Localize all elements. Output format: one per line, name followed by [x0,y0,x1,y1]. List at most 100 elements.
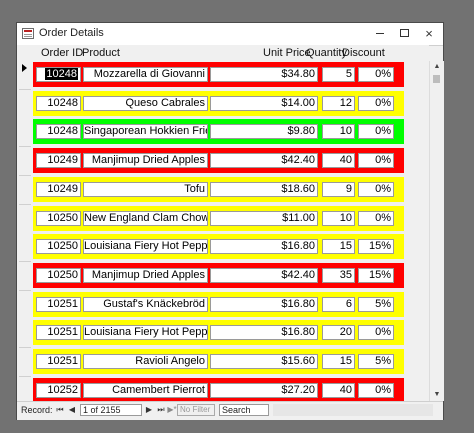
quantity-field[interactable]: 15 [322,354,355,369]
quantity-field[interactable]: 9 [322,181,355,197]
product-field[interactable]: Tofu [83,181,208,197]
quantity-field[interactable]: 40 [322,153,355,169]
record-row[interactable]: 10250 Manjimup Dried Apples $42.40 35 15% [17,261,429,291]
order-id-field[interactable]: 10252 [36,382,81,398]
record-selector[interactable] [19,175,31,205]
order-id-field[interactable]: 10251 [36,354,81,369]
record-selector[interactable] [19,290,31,320]
record-row[interactable]: 10251 Ravioli Angelo $15.60 15 5% [17,348,429,377]
close-button[interactable]: × [421,26,437,41]
scroll-up-icon[interactable]: ▲ [430,61,444,73]
order-id-field[interactable]: 10250 [36,239,81,255]
order-id-field[interactable]: 10249 [36,153,81,169]
record-row[interactable]: 10248 Mozzarella di Giovanni $34.80 5 0% [17,61,429,90]
order-id-field[interactable]: 10249 [36,181,81,197]
search-input[interactable]: Search [219,404,269,416]
quantity-field[interactable]: 20 [322,325,355,341]
record-selector[interactable] [19,261,31,291]
quantity-field[interactable]: 40 [322,382,355,398]
unit-price-field[interactable]: $16.80 [210,239,318,255]
filter-toggle[interactable]: No Filter [177,404,215,416]
unit-price-field[interactable]: $11.00 [210,210,318,226]
unit-price-field[interactable]: $15.60 [210,354,318,369]
quantity-field[interactable]: 5 [322,67,355,82]
quantity-field[interactable]: 15 [322,239,355,255]
product-field[interactable]: Camembert Pierrot [83,382,208,398]
previous-record-icon[interactable]: ◀ [67,405,77,414]
product-field[interactable]: Ravioli Angelo [83,354,208,369]
record-position-input[interactable]: 1 of 2155 [80,404,142,416]
discount-field[interactable]: 0% [358,67,394,82]
record-row[interactable]: 10250 Louisiana Fiery Hot Pepper Sauce$16… [17,233,429,263]
last-record-icon[interactable]: ⏭ [156,405,166,415]
record-row[interactable]: 10249 Manjimup Dried Apples $42.40 40 0% [17,147,429,177]
vertical-scrollbar[interactable]: ▲ ▼ [429,61,444,401]
unit-price-field[interactable]: $16.80 [210,296,318,312]
quantity-field[interactable]: 6 [322,296,355,312]
discount-field[interactable]: 15% [358,267,394,283]
record-row[interactable]: 10249 Tofu $18.60 9 0% [17,175,429,205]
discount-field[interactable]: 0% [358,95,394,111]
product-field[interactable]: Mozzarella di Giovanni [83,67,208,82]
record-selector[interactable] [19,348,31,377]
order-id-field[interactable]: 10250 [36,267,81,283]
unit-price-field[interactable]: $42.40 [210,153,318,169]
discount-field[interactable]: 5% [358,354,394,369]
record-row[interactable]: 10248 Singaporean Hokkien Fried Mee$9.801… [17,118,429,148]
unit-price-field[interactable]: $34.80 [210,67,318,82]
record-row[interactable]: 10250 New England Clam Chowder$11.00100% [17,204,429,234]
quantity-field[interactable]: 10 [322,210,355,226]
product-field[interactable]: Singaporean Hokkien Fried Mee [83,124,208,140]
unit-price-field[interactable]: $9.80 [210,124,318,140]
unit-price-field[interactable]: $27.20 [210,382,318,398]
record-selector[interactable] [19,89,31,119]
new-record-icon[interactable]: ▶* [167,405,177,414]
minimize-icon [376,32,384,34]
order-id-field[interactable]: 10248 [36,124,81,140]
scroll-thumb[interactable] [433,75,440,83]
discount-field[interactable]: 0% [358,124,394,140]
next-record-icon[interactable]: ▶ [144,405,154,414]
product-field[interactable]: Queso Cabrales [83,95,208,111]
discount-field[interactable]: 0% [358,181,394,197]
record-selector[interactable] [19,61,31,90]
unit-price-field[interactable]: $42.40 [210,267,318,283]
discount-field[interactable]: 15% [358,239,394,255]
discount-field[interactable]: 0% [358,153,394,169]
discount-field[interactable]: 0% [358,325,394,341]
first-record-icon[interactable]: ⏮ [55,405,65,415]
order-id-field[interactable]: 10248 [36,95,81,111]
quantity-field[interactable]: 35 [322,267,355,283]
discount-field[interactable]: 0% [358,382,394,398]
order-id-field[interactable]: 10250 [36,210,81,226]
record-selector[interactable] [19,233,31,263]
title-bar[interactable]: Order Details × [17,23,443,46]
unit-price-field[interactable]: $16.80 [210,325,318,341]
scroll-down-icon[interactable]: ▼ [430,389,444,401]
product-field[interactable]: New England Clam Chowder [83,210,208,226]
product-field[interactable]: Manjimup Dried Apples [83,153,208,169]
order-id-field[interactable]: 10251 [36,325,81,341]
order-id-field[interactable]: 10248 [36,67,81,82]
quantity-field[interactable]: 10 [322,124,355,140]
record-selector[interactable] [19,147,31,177]
product-field[interactable]: Louisiana Fiery Hot Pepper Sauce [83,239,208,255]
product-field[interactable]: Louisiana Fiery Hot Pepper Sauce [83,325,208,341]
product-field[interactable]: Manjimup Dried Apples [83,267,208,283]
unit-price-field[interactable]: $14.00 [210,95,318,111]
record-row[interactable]: 10251 Gustaf's Knäckebröd $16.80 6 5% [17,290,429,320]
unit-price-field[interactable]: $18.60 [210,181,318,197]
record-row[interactable]: 10251 Louisiana Fiery Hot Pepper Sauce$16… [17,319,429,349]
maximize-button[interactable] [396,26,412,41]
product-field[interactable]: Gustaf's Knäckebröd [83,296,208,312]
discount-field[interactable]: 0% [358,210,394,226]
horizontal-scrollbar[interactable] [273,404,433,416]
record-selector[interactable] [19,118,31,148]
record-selector[interactable] [19,204,31,234]
record-selector[interactable] [19,319,31,349]
minimize-button[interactable] [372,26,388,41]
record-row[interactable]: 10248 Queso Cabrales $14.00 12 0% [17,89,429,119]
order-id-field[interactable]: 10251 [36,296,81,312]
quantity-field[interactable]: 12 [322,95,355,111]
discount-field[interactable]: 5% [358,296,394,312]
